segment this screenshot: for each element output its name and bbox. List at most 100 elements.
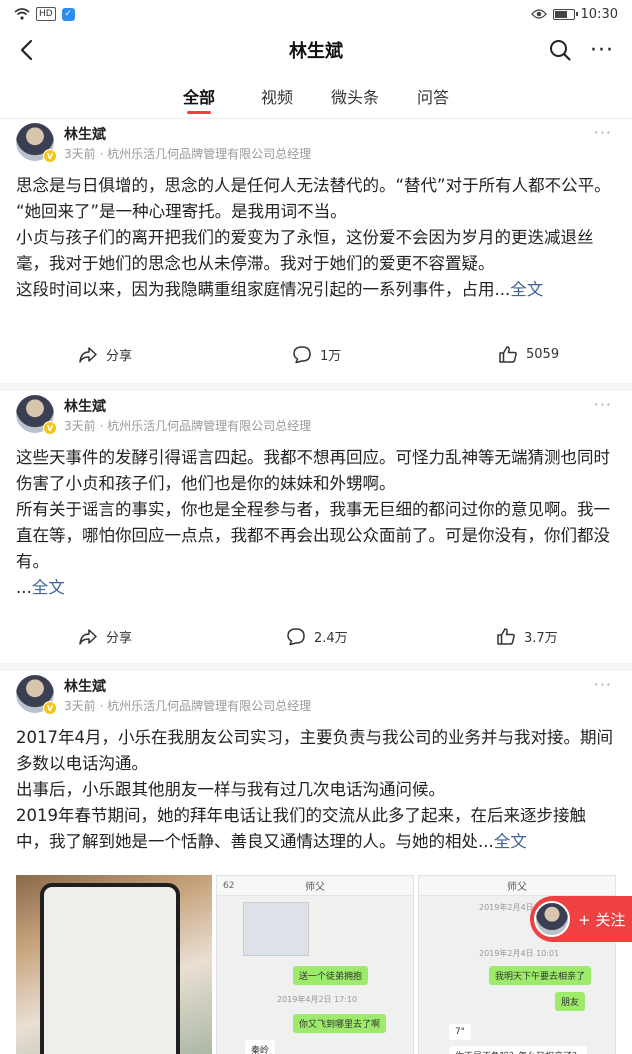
post-paragraph: ...全文 [16,575,616,601]
chat-bubble: 送一个徒弟拥抱 [293,966,369,985]
chat-image-thumbnail [243,902,309,956]
author-name[interactable]: 林生斌 [64,396,106,416]
chat-bubble: 秦岭 [245,1040,276,1054]
post-image-phone-photo[interactable] [16,875,212,1054]
app-notification-icon: ✓ [61,7,75,21]
share-icon [79,628,97,645]
tab-video[interactable]: 视频 [238,74,316,118]
status-bar: HD ✓ 10:30 [0,0,632,28]
post-card[interactable]: V 林生斌 3天前 · 杭州乐活几何品牌管理有限公司总经理 ··· 这些天事件的… [0,391,632,663]
share-button[interactable]: 分享 [78,627,132,646]
chat-bubble: 我明天下午要去相亲了 [489,966,592,985]
avatar[interactable]: V [16,675,57,715]
comment-icon [293,346,311,364]
post-card[interactable]: V 林生斌 3天前 · 杭州乐活几何品牌管理有限公司总经理 ··· 2017年4… [0,671,632,1054]
post-paragraph: 小贞与孩子们的离开把我们的爱变为了永恒，这份爱不会因为岁月的更迭减退丝毫，我对于… [16,228,594,273]
post-card[interactable]: V 林生斌 3天前 · 杭州乐活几何品牌管理有限公司总经理 ··· 思念是与日俱… [0,119,632,383]
follow-avatar [534,901,570,937]
post-actions: 分享 1万 5059 [0,335,632,379]
post-paragraph: 2019年春节期间，她的拜年电话让我们的交流从此多了起来，在后来逐步接触中，我了… [16,803,616,855]
post-more-button[interactable]: ··· [594,675,612,694]
chat-header: 师父 [419,876,615,896]
comment-icon [287,628,305,646]
post-paragraph: “她回来了”是一种心理寄托。是我用词不当。 [16,202,347,221]
post-paragraph: 这段时间以来，因为我隐瞒重组家庭情况引起的一系列事件，占用...全文 [16,277,616,303]
post-more-button[interactable]: ··· [594,123,612,142]
full-text-link[interactable]: 全文 [510,280,543,299]
battery-fill [554,10,567,18]
post-header: V 林生斌 3天前 · 杭州乐活几何品牌管理有限公司总经理 ··· [0,671,632,719]
chat-bubble: 7" [449,1024,471,1040]
like-button[interactable]: 3.7万 [496,627,558,646]
status-left: HD ✓ [14,7,75,21]
post-meta: 3天前 · 杭州乐活几何品牌管理有限公司总经理 [64,147,312,161]
chat-title: 师父 [507,882,527,893]
chat-bubble: 你不是不急吗？怎么又相亲了？ [449,1046,588,1054]
chat-header: 62 师父 [217,876,413,896]
post-text[interactable]: 思念是与日俱增的，思念的人是任何人无法替代的。“替代”对于所有人都不公平。 “她… [0,167,632,335]
like-button[interactable]: 5059 [498,345,559,364]
tab-all[interactable]: 全部 [160,74,238,118]
author-name[interactable]: 林生斌 [64,676,106,696]
share-icon [79,346,97,363]
share-label: 分享 [106,349,133,364]
avatar[interactable]: V [16,395,57,435]
network-badge: HD [36,7,56,21]
comment-count: 2.4万 [314,631,348,646]
nav-bar: 林生斌 ··· [0,28,632,72]
search-button[interactable] [546,36,574,64]
post-paragraph: 2017年4月，小乐在我朋友公司实习，主要负责与我公司的业务并与我对接。期间多数… [16,728,613,773]
post-separator [0,663,632,671]
full-text-link[interactable]: 全文 [32,578,65,597]
follow-button[interactable]: + 关注 [530,896,632,942]
post-text[interactable]: 这些天事件的发酵引得谣言四起。我都不想再回应。可怪力乱神等无端猜测也同时伤害了小… [0,439,632,617]
share-button[interactable]: 分享 [78,345,132,364]
full-text-link[interactable]: 全文 [494,832,527,851]
comment-button[interactable]: 2.4万 [286,627,348,646]
post-header: V 林生斌 3天前 · 杭州乐活几何品牌管理有限公司总经理 ··· [0,391,632,439]
comment-button[interactable]: 1万 [292,345,341,364]
more-button[interactable]: ··· [588,36,616,64]
post-header: V 林生斌 3天前 · 杭州乐活几何品牌管理有限公司总经理 ··· [0,119,632,167]
back-arrow-icon [20,39,33,61]
search-icon [550,40,571,61]
chat-title: 师父 [305,882,325,893]
back-button[interactable] [12,36,40,64]
status-right: 10:30 [530,6,618,22]
post-meta: 3天前 · 杭州乐活几何品牌管理有限公司总经理 [64,419,312,433]
tab-qa[interactable]: 问答 [394,74,472,118]
like-count: 5059 [526,347,560,362]
comment-count: 1万 [320,349,342,364]
post-image-grid: 62 师父 送一个徒弟拥抱 2019年4月2日 17:10 你又飞到哪里去了啊 … [0,869,632,1054]
chat-timestamp: 2019年2月4日 [479,903,534,912]
avatar[interactable]: V [16,123,57,163]
thumbs-up-icon [497,628,515,645]
post-paragraph: 思念是与日俱增的，思念的人是任何人无法替代的。“替代”对于所有人都不公平。 [16,176,611,195]
post-separator [0,383,632,391]
verified-badge-icon: V [43,701,57,715]
share-label: 分享 [106,631,133,646]
status-time: 10:30 [580,6,618,22]
verified-badge-icon: V [43,421,57,435]
author-name[interactable]: 林生斌 [64,124,106,144]
page-title: 林生斌 [289,41,343,62]
post-paragraph: 这些天事件的发酵引得谣言四起。我都不想再回应。可怪力乱神等无端猜测也同时伤害了小… [16,448,610,493]
chat-bubble: 朋友 [555,992,586,1011]
post-paragraph: 出事后，小乐跟其他朋友一样与我有过几次电话沟通问候。 [16,780,445,799]
chat-back-count: 62 [223,880,235,891]
post-more-button[interactable]: ··· [594,395,612,414]
eye-icon [530,9,547,19]
tab-micro-headline[interactable]: 微头条 [316,74,394,118]
battery-icon [552,8,578,20]
thumbs-up-icon [499,346,517,363]
verified-badge-icon: V [43,149,57,163]
post-text[interactable]: 2017年4月，小乐在我朋友公司实习，主要负责与我公司的业务并与我对接。期间多数… [0,719,632,869]
tab-bar: 全部 视频 微头条 问答 [0,74,632,118]
post-paragraph-text: 这段时间以来，因为我隐瞒重组家庭情况引起的一系列事件，占用... [16,280,511,299]
chat-timestamp: 2019年4月2日 17:10 [277,995,358,1004]
phone-screenshot-graphic [40,883,180,1054]
wifi-icon [14,8,30,20]
post-meta: 3天前 · 杭州乐活几何品牌管理有限公司总经理 [64,699,312,713]
post-paragraph-text: ... [16,578,32,597]
post-image-chat-screenshot[interactable]: 62 师父 送一个徒弟拥抱 2019年4月2日 17:10 你又飞到哪里去了啊 … [216,875,414,1054]
